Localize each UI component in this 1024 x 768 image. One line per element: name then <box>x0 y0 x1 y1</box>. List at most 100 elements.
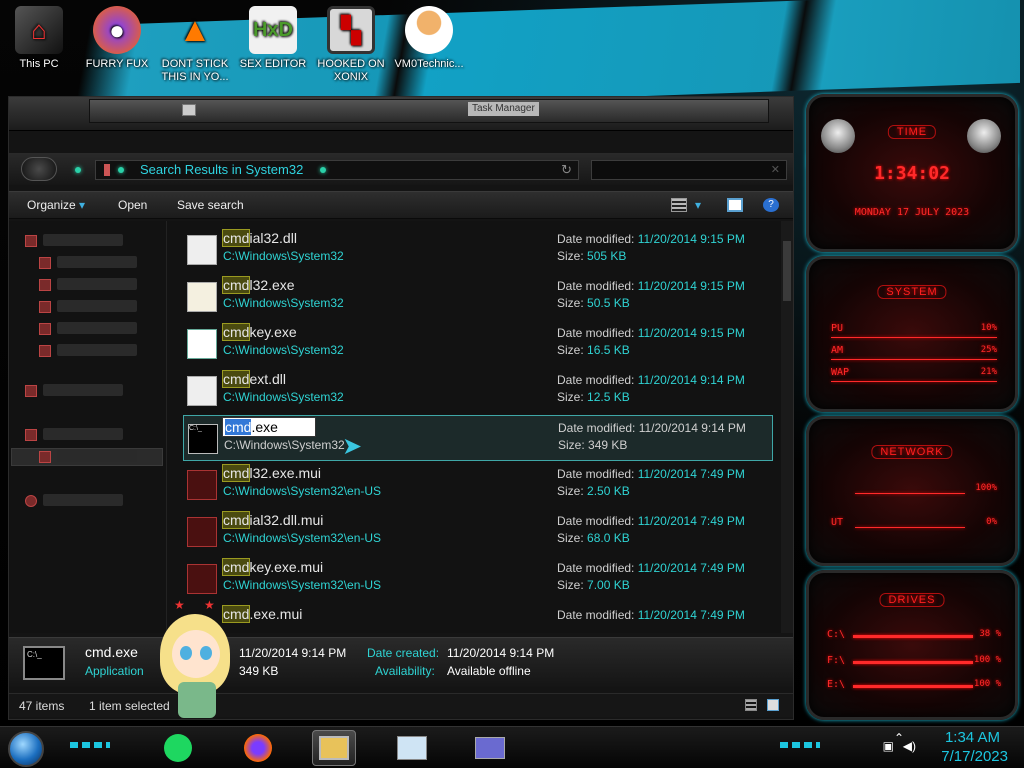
file-row[interactable]: cmdl32.exe.mui C:\Windows\System32\en-US… <box>183 462 773 508</box>
network-out-graph <box>855 527 965 528</box>
taskbar-app-button[interactable] <box>468 730 512 766</box>
start-button[interactable] <box>8 731 44 767</box>
drives-gadget[interactable]: DRIVES C:\ 38 % F:\ 100 % E:\ 100 % <box>806 570 1018 720</box>
drive-e-label: E:\ <box>827 679 846 690</box>
nav-item[interactable] <box>39 255 169 271</box>
background-window-titlebar[interactable]: Task Manager <box>89 99 769 123</box>
file-size: Size: 349 KB <box>558 438 628 452</box>
file-row[interactable]: cmd.exe.mui Date modified: 11/20/2014 7:… <box>183 603 773 633</box>
desktop-icon-firefox[interactable]: ● FURRY FUX <box>78 6 156 71</box>
file-size: Size: 2.50 KB <box>557 484 630 498</box>
file-row[interactable]: cmdl32.exe C:\Windows\System32 Date modi… <box>183 274 773 320</box>
vertical-scrollbar[interactable] <box>781 221 793 633</box>
address-text: Search Results in System32 <box>140 162 304 177</box>
view-options-chevron-icon[interactable]: ▾ <box>695 198 701 212</box>
details-file-name: cmd.exe <box>85 644 138 660</box>
scrollbar-thumb[interactable] <box>783 241 791 301</box>
desktop-icon-label: FURRY FUX <box>85 58 149 70</box>
desktop-icon-xonix[interactable]: ▚ HOOKED ON XONIX <box>312 6 390 84</box>
network-gadget[interactable]: NETWORK 100% UT 0% <box>806 416 1018 566</box>
desktop-icon-vm0[interactable]: VM0Technic... <box>390 6 468 71</box>
homegroup-icon <box>25 385 37 397</box>
file-size: Size: 7.00 KB <box>557 578 630 592</box>
change-view-icon[interactable] <box>671 198 687 212</box>
network-icon <box>25 495 37 507</box>
nav-item[interactable] <box>39 321 169 337</box>
details-pane: C:\_ cmd.exe Application 11/20/2014 9:14… <box>9 637 793 687</box>
file-row[interactable]: cmdkey.exe.mui C:\Windows\System32\en-US… <box>183 556 773 602</box>
system-gadget[interactable]: SYSTEM PU 10% AM 25% WAP 21% <box>806 256 1018 412</box>
taskbar-firefox-button[interactable] <box>236 730 280 766</box>
gadget-date: MONDAY 17 JULY 2023 <box>854 207 970 218</box>
taskbar-spotify-button[interactable] <box>156 730 200 766</box>
back-forward-buttons[interactable] <box>21 157 57 181</box>
volume-icon[interactable]: ◀) <box>903 739 916 753</box>
taskbar-file-explorer-button[interactable] <box>312 730 356 766</box>
refresh-icon[interactable]: ↻ <box>561 161 572 179</box>
sticker-horn: ★ <box>204 598 215 612</box>
network-icon[interactable]: ▣ <box>883 739 894 753</box>
clear-search-icon[interactable]: ✕ <box>771 163 780 176</box>
taskbar-clock[interactable]: 1:34 AM <box>945 729 1000 746</box>
file-row[interactable]: cmdkey.exe C:\Windows\System32 Date modi… <box>183 321 773 367</box>
network-out-label: UT <box>831 517 844 528</box>
rename-input[interactable]: cmd.exe <box>222 417 316 437</box>
favorites-icon <box>25 235 37 247</box>
cpu-value: 10% <box>980 323 997 333</box>
system-gadget-title: SYSTEM <box>877 285 947 299</box>
file-name: cmdkey.exe.mui <box>221 558 324 576</box>
drive-icon <box>39 451 51 463</box>
nav-item[interactable] <box>39 277 169 293</box>
desktop-icon-editor[interactable]: HxD SEX EDITOR <box>234 6 312 71</box>
breadcrumb-separator-icon <box>118 167 124 173</box>
taskbar-date[interactable]: 7/17/2023 <box>941 748 1008 765</box>
nav-item[interactable] <box>39 343 169 359</box>
save-search-button[interactable]: Save search <box>177 198 244 212</box>
file-row[interactable]: cmdial32.dll.mui C:\Windows\System32\en-… <box>183 509 773 555</box>
address-dropdown-icon[interactable] <box>320 167 326 173</box>
nav-item-homegroup[interactable] <box>25 383 155 399</box>
nav-item-local-disk[interactable] <box>39 449 169 465</box>
file-size: Size: 16.5 KB <box>557 343 630 357</box>
recent-pages-icon[interactable] <box>75 167 81 173</box>
computer-icon: ⌂ <box>15 6 63 54</box>
nav-item-network[interactable] <box>25 493 155 509</box>
details-size: 349 KB <box>239 664 279 678</box>
folder-icon <box>319 736 349 760</box>
search-input[interactable]: ✕ <box>591 160 787 180</box>
drive-c-label: C:\ <box>827 629 846 640</box>
doctor-avatar-icon <box>405 6 453 54</box>
folder-icon <box>39 279 51 291</box>
nav-item[interactable] <box>39 299 169 315</box>
mui-resource-icon <box>187 470 217 500</box>
chevron-down-icon: ▾ <box>79 198 86 212</box>
nav-item-label <box>57 344 137 356</box>
time-gadget[interactable]: TIME 1:34:02 MONDAY 17 JULY 2023 <box>806 94 1018 252</box>
large-icons-view-icon[interactable] <box>767 699 779 711</box>
drives-gadget-title: DRIVES <box>879 593 945 607</box>
desktop-icon-this-pc[interactable]: ⌂ This PC <box>0 6 78 71</box>
organize-button[interactable]: Organize ▾ <box>27 198 85 212</box>
taskbar-task-manager-button[interactable] <box>390 730 434 766</box>
help-icon[interactable]: ? <box>763 198 779 212</box>
preview-pane-icon[interactable] <box>727 198 743 212</box>
details-view-icon[interactable] <box>745 699 757 711</box>
control-panel-icon <box>187 282 217 312</box>
drive-f-label: F:\ <box>827 655 846 666</box>
details-file-type: Application <box>85 664 144 678</box>
desktop-icon-vlc[interactable]: ▲ DONT STICK THIS IN YO... <box>156 6 234 84</box>
search-results-list: cmdial32.dll C:\Windows\System32 Date mo… <box>167 221 781 633</box>
taskbar-decoration <box>70 742 110 748</box>
date-modified: Date modified: 11/20/2014 9:15 PM <box>557 326 745 340</box>
drive-c-meter <box>853 635 973 638</box>
nav-item-label <box>43 234 123 246</box>
nav-item-favorites[interactable] <box>25 233 155 249</box>
file-row-selected[interactable]: C:\_ cmd.exe C:\Windows\System32 Date mo… <box>183 415 773 461</box>
open-button[interactable]: Open <box>118 198 147 212</box>
computer-icon <box>25 429 37 441</box>
address-bar[interactable]: Search Results in System32 ↻ <box>95 160 579 180</box>
file-row[interactable]: cmdial32.dll C:\Windows\System32 Date mo… <box>183 227 773 273</box>
nav-item-this-pc[interactable] <box>25 427 155 443</box>
file-row[interactable]: cmdext.dll C:\Windows\System32 Date modi… <box>183 368 773 414</box>
nav-item-label <box>57 322 137 334</box>
